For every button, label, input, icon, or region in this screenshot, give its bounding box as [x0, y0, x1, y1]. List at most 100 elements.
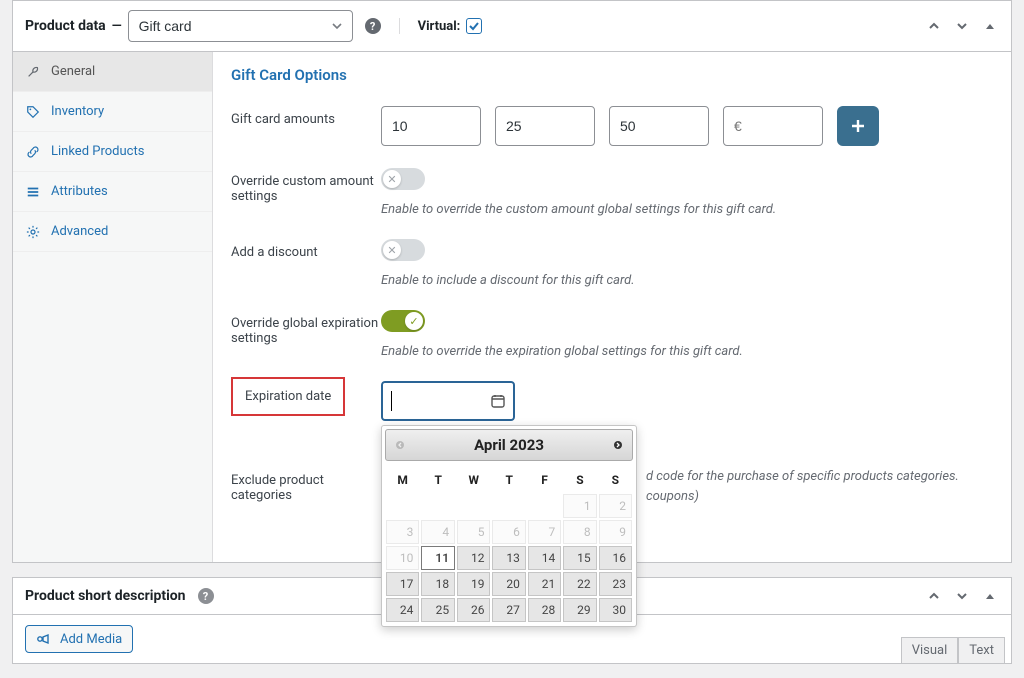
- toggle-panel-icon[interactable]: [981, 17, 999, 35]
- override-custom-desc: Enable to override the custom amount glo…: [381, 202, 993, 217]
- product-type-select[interactable]: Gift card: [128, 10, 353, 42]
- datepicker-day[interactable]: 13: [492, 546, 525, 570]
- datepicker-day[interactable]: 19: [457, 572, 490, 596]
- datepicker-day[interactable]: 18: [421, 572, 455, 596]
- datepicker-day[interactable]: 17: [386, 572, 419, 596]
- add-discount-toggle[interactable]: ✕: [381, 239, 425, 261]
- tag-icon: [25, 105, 41, 119]
- virtual-label: Virtual:: [418, 19, 461, 34]
- datepicker-day: 9: [599, 520, 632, 544]
- expiration-date-label: Expiration date: [231, 377, 345, 416]
- datepicker-day[interactable]: 14: [528, 546, 561, 570]
- title-separator: —: [112, 19, 122, 34]
- datepicker-day[interactable]: 28: [528, 598, 561, 622]
- datepicker-dow: T: [420, 467, 456, 493]
- amount-input-2[interactable]: [495, 106, 595, 146]
- short-desc-header-controls: [925, 587, 999, 605]
- tab-linked-products[interactable]: Linked Products: [13, 132, 212, 172]
- product-data-panel: Product data — Gift card ? Virtual:: [12, 0, 1012, 563]
- datepicker-day[interactable]: 21: [528, 572, 561, 596]
- add-media-button[interactable]: Add Media: [25, 625, 133, 653]
- collapse-up-icon[interactable]: [925, 587, 943, 605]
- gear-icon: [25, 225, 41, 239]
- datepicker-day[interactable]: 24: [386, 598, 419, 622]
- product-type-select-wrap: Gift card: [128, 10, 353, 42]
- datepicker-day[interactable]: 29: [563, 598, 596, 622]
- expand-down-icon[interactable]: [953, 17, 971, 35]
- amount-input-3[interactable]: [609, 106, 709, 146]
- override-custom-toggle[interactable]: ✕: [381, 168, 425, 190]
- virtual-checkbox[interactable]: [466, 18, 482, 34]
- datepicker-day[interactable]: 12: [457, 546, 490, 570]
- section-title: Gift Card Options: [231, 66, 993, 84]
- datepicker-day: 8: [563, 520, 596, 544]
- datepicker-dow: F: [527, 467, 562, 493]
- general-tab-content: Gift Card Options Gift card amounts Over…: [213, 52, 1011, 562]
- datepicker-dow: M: [385, 467, 420, 493]
- datepicker-next-button[interactable]: [608, 435, 628, 455]
- override-custom-label: Override custom amount settings: [231, 168, 381, 204]
- editor-tab-visual[interactable]: Visual: [901, 637, 959, 663]
- datepicker-day[interactable]: 22: [563, 572, 596, 596]
- chevron-left-icon: [395, 440, 405, 450]
- datepicker-day[interactable]: 11: [421, 546, 455, 570]
- datepicker-day[interactable]: 30: [599, 598, 632, 622]
- add-media-label: Add Media: [60, 632, 122, 647]
- list-icon: [25, 185, 41, 199]
- help-icon[interactable]: ?: [198, 588, 214, 604]
- tab-label: Linked Products: [51, 144, 144, 159]
- tab-label: Advanced: [51, 224, 108, 239]
- datepicker-header: April 2023: [385, 429, 633, 461]
- toggle-panel-icon[interactable]: [981, 587, 999, 605]
- datepicker-day[interactable]: 16: [599, 546, 632, 570]
- chevron-right-icon: [613, 440, 623, 450]
- datepicker-day: 7: [528, 520, 561, 544]
- datepicker-day: 2: [599, 494, 632, 518]
- help-icon[interactable]: ?: [365, 18, 381, 34]
- row-add-discount: Add a discount ✕ Enable to include a dis…: [231, 239, 993, 288]
- datepicker-prev-button[interactable]: [390, 435, 410, 455]
- datepicker-popup: April 2023 MTWTFSS 123456789101112131415…: [381, 425, 637, 627]
- datepicker-day[interactable]: 26: [457, 598, 490, 622]
- datepicker-month-title: April 2023: [474, 436, 544, 454]
- row-gift-card-amounts: Gift card amounts: [231, 106, 993, 146]
- datepicker-grid: MTWTFSS 12345678910111213141516171819202…: [385, 467, 633, 623]
- tab-general[interactable]: General: [13, 52, 212, 92]
- check-icon: ✓: [409, 315, 418, 328]
- override-expiration-desc: Enable to override the expiration global…: [381, 344, 993, 359]
- calendar-icon[interactable]: [490, 393, 506, 409]
- expand-down-icon[interactable]: [953, 587, 971, 605]
- datepicker-day[interactable]: 15: [563, 546, 596, 570]
- amounts-label: Gift card amounts: [231, 106, 381, 127]
- datepicker-dow: W: [456, 467, 491, 493]
- datepicker-day: 5: [457, 520, 490, 544]
- tab-label: Attributes: [51, 184, 108, 199]
- row-override-expiration: Override global expiration settings ✓ En…: [231, 310, 993, 359]
- datepicker-day: 10: [386, 546, 419, 570]
- override-expiration-label: Override global expiration settings: [231, 310, 381, 346]
- tab-inventory[interactable]: Inventory: [13, 92, 212, 132]
- datepicker-day[interactable]: 20: [492, 572, 525, 596]
- collapse-up-icon[interactable]: [925, 17, 943, 35]
- text-cursor: [391, 391, 392, 411]
- datepicker-day[interactable]: 25: [421, 598, 455, 622]
- tab-label: Inventory: [51, 104, 104, 119]
- datepicker-day[interactable]: 27: [492, 598, 525, 622]
- amount-input-new[interactable]: [723, 106, 823, 146]
- amount-input-1[interactable]: [381, 106, 481, 146]
- datepicker-dow: T: [491, 467, 526, 493]
- tab-attributes[interactable]: Attributes: [13, 172, 212, 212]
- add-discount-desc: Enable to include a discount for this gi…: [381, 273, 993, 288]
- x-icon: ✕: [387, 173, 396, 186]
- datepicker-day[interactable]: 23: [599, 572, 632, 596]
- add-discount-label: Add a discount: [231, 239, 381, 260]
- panel-title: Product data: [25, 18, 106, 34]
- panel-header-controls: [925, 17, 999, 35]
- override-expiration-toggle[interactable]: ✓: [381, 310, 425, 332]
- add-amount-button[interactable]: [837, 106, 879, 146]
- editor-tab-text[interactable]: Text: [958, 637, 1005, 663]
- wrench-icon: [25, 65, 41, 79]
- tab-advanced[interactable]: Advanced: [13, 212, 212, 252]
- short-description-title: Product short description: [25, 588, 186, 604]
- editor-tabs: Visual Text: [901, 637, 1005, 663]
